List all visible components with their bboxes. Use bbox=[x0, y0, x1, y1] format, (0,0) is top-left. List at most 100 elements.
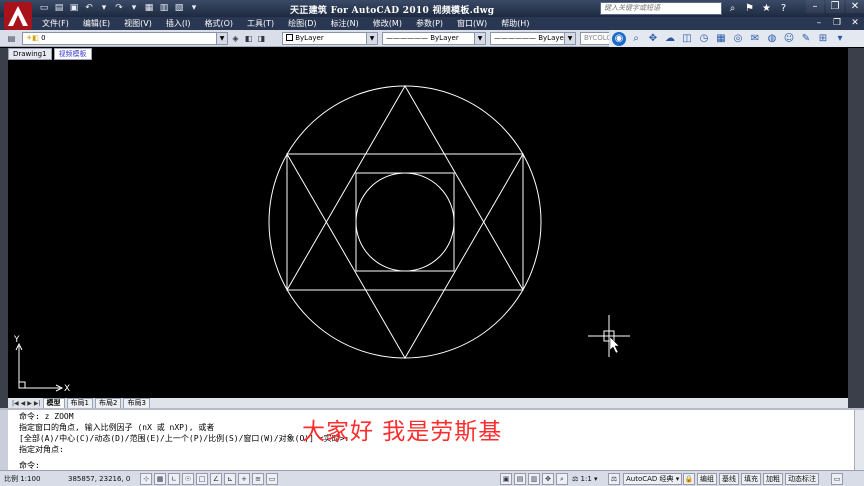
qp-toggle-icon[interactable]: ▭ bbox=[266, 473, 278, 485]
plot-icon[interactable]: ▦ bbox=[143, 2, 155, 14]
model-space-icon[interactable]: ▣ bbox=[500, 473, 512, 485]
clock-icon[interactable]: ◷ bbox=[697, 32, 711, 46]
lineweight-combo[interactable]: —————— ByLayer ▼ bbox=[490, 32, 576, 45]
tab-prev-icon[interactable]: ◀ bbox=[21, 400, 26, 407]
pan-icon[interactable]: ✥ bbox=[646, 32, 660, 46]
osnap-toggle-icon[interactable]: □ bbox=[196, 473, 208, 485]
layer-manager-icon[interactable]: ▤ bbox=[6, 33, 17, 44]
dropdown-arrow-icon[interactable]: ▾ bbox=[128, 2, 140, 14]
linetype-combo[interactable]: —————— ByLayer ▼ bbox=[382, 32, 486, 45]
command-scrollbar[interactable] bbox=[854, 410, 864, 470]
layer-state-icons: ☀◧ bbox=[26, 34, 39, 42]
favorites-icon[interactable]: ★ bbox=[760, 1, 773, 15]
close-icon[interactable]: ✕ bbox=[846, 0, 864, 13]
polar-toggle-icon[interactable]: ☉ bbox=[182, 473, 194, 485]
tab-first-icon[interactable]: |◀ bbox=[12, 400, 19, 407]
add-icon[interactable]: ⊞ bbox=[816, 32, 830, 46]
comment-icon[interactable]: ◍ bbox=[765, 32, 779, 46]
otrack-toggle-icon[interactable]: ∠ bbox=[210, 473, 222, 485]
color-combo[interactable]: ByLayer ▼ bbox=[282, 32, 378, 45]
menu-modify[interactable]: 修改(M) bbox=[373, 17, 402, 30]
help-search-input[interactable]: 键入关键字或短语 bbox=[600, 2, 722, 15]
tools-icon[interactable]: ✎ bbox=[799, 32, 813, 46]
group-button[interactable]: 编组 bbox=[697, 473, 717, 485]
quick-view-drawings-icon[interactable]: ▥ bbox=[528, 473, 540, 485]
tab-next-icon[interactable]: ▶ bbox=[27, 400, 32, 407]
dynamic-dimension-button[interactable]: 动态标注 bbox=[785, 473, 819, 485]
clean-screen-icon[interactable]: ▭ bbox=[831, 473, 843, 485]
lineweight-toggle-icon[interactable]: ≡ bbox=[252, 473, 264, 485]
command-history-line: 指定对角点: bbox=[19, 445, 64, 454]
open-file-icon[interactable]: ▤ bbox=[53, 2, 65, 14]
redo-icon[interactable]: ↷ bbox=[113, 2, 125, 14]
cloud-icon[interactable]: ☁ bbox=[663, 32, 677, 46]
undo-icon[interactable]: ↶ bbox=[83, 2, 95, 14]
menu-edit[interactable]: 编辑(E) bbox=[83, 17, 110, 30]
workspace-switch[interactable]: AutoCAD 经典 ▾ bbox=[623, 473, 683, 485]
user-icon[interactable]: ☺ bbox=[782, 32, 796, 46]
ducs-toggle-icon[interactable]: ⊾ bbox=[224, 473, 236, 485]
more-icon[interactable]: ▾ bbox=[833, 32, 847, 46]
doc-close-icon[interactable]: ✕ bbox=[848, 17, 862, 29]
scale-readout[interactable]: 比例 1:100 bbox=[4, 474, 40, 484]
menu-format[interactable]: 格式(O) bbox=[204, 17, 233, 30]
calendar-icon[interactable]: ▦ bbox=[714, 32, 728, 46]
new-file-icon[interactable]: ▭ bbox=[38, 2, 50, 14]
lock-icon[interactable]: 🔒 bbox=[683, 473, 695, 485]
doc-tab-template[interactable]: 视频模板 bbox=[53, 48, 92, 60]
baseline-button[interactable]: 基线 bbox=[719, 473, 739, 485]
command-window-handle[interactable] bbox=[0, 410, 8, 470]
plotstyle-combo[interactable]: BYCOLOR bbox=[580, 32, 610, 45]
layer-combo[interactable]: ☀◧ 0 ▼ bbox=[22, 32, 228, 45]
tab-layout1[interactable]: 布局1 bbox=[66, 397, 93, 409]
snap-toggle-icon[interactable]: ⊹ bbox=[140, 473, 152, 485]
menu-parameter[interactable]: 参数(P) bbox=[416, 17, 443, 30]
customize-quick-access-icon[interactable]: ▾ bbox=[188, 2, 200, 14]
print-preview-icon[interactable]: ▥ bbox=[158, 2, 170, 14]
menu-view[interactable]: 视图(V) bbox=[124, 17, 152, 30]
chat-icon[interactable]: ✉ bbox=[748, 32, 762, 46]
tangent-logo-icon[interactable]: ◉ bbox=[612, 31, 626, 46]
menu-file[interactable]: 文件(F) bbox=[42, 17, 69, 30]
layer-previous-icon[interactable]: ◧ bbox=[243, 33, 254, 44]
publish-icon[interactable]: ▧ bbox=[173, 2, 185, 14]
menu-draw[interactable]: 绘图(D) bbox=[288, 17, 316, 30]
tab-layout3[interactable]: 布局3 bbox=[123, 397, 150, 409]
dropdown-arrow-icon[interactable]: ▾ bbox=[98, 2, 110, 14]
autocad-logo-icon[interactable] bbox=[3, 1, 33, 31]
menu-help[interactable]: 帮助(H) bbox=[501, 17, 529, 30]
menu-insert[interactable]: 插入(I) bbox=[166, 17, 191, 30]
ortho-toggle-icon[interactable]: ∟ bbox=[168, 473, 180, 485]
zoom-icon[interactable]: ⌕ bbox=[629, 32, 643, 46]
grid-toggle-icon[interactable]: ▦ bbox=[154, 473, 166, 485]
layer-isolate-icon[interactable]: ◨ bbox=[256, 33, 267, 44]
quick-view-layouts-icon[interactable]: ▤ bbox=[514, 473, 526, 485]
pan-icon[interactable]: ✥ bbox=[542, 473, 554, 485]
save-icon[interactable]: ▣ bbox=[68, 2, 80, 14]
make-current-layer-icon[interactable]: ◈ bbox=[230, 33, 241, 44]
menu-tools[interactable]: 工具(T) bbox=[247, 17, 274, 30]
communication-center-icon[interactable]: ⚑ bbox=[743, 1, 756, 15]
menu-window[interactable]: 窗口(W) bbox=[457, 17, 487, 30]
menu-dimension[interactable]: 标注(N) bbox=[331, 17, 359, 30]
search-icon[interactable]: ⌕ bbox=[726, 1, 739, 15]
bold-button[interactable]: 加粗 bbox=[763, 473, 783, 485]
tab-layout2[interactable]: 布局2 bbox=[95, 397, 122, 409]
dyn-toggle-icon[interactable]: + bbox=[238, 473, 250, 485]
help-icon[interactable]: ? bbox=[777, 1, 790, 15]
layer-tool-icon[interactable]: ◫ bbox=[680, 32, 694, 46]
globe-icon[interactable]: ◎ bbox=[731, 32, 745, 46]
doc-restore-icon[interactable]: ❐ bbox=[830, 17, 844, 29]
drawing-canvas[interactable]: Y X bbox=[8, 60, 848, 398]
tab-model[interactable]: 模型 bbox=[42, 397, 65, 409]
zoom-icon[interactable]: ⌕ bbox=[556, 473, 568, 485]
minimize-icon[interactable]: – bbox=[806, 0, 824, 13]
fill-button[interactable]: 填充 bbox=[741, 473, 761, 485]
doc-tab-drawing1[interactable]: Drawing1 bbox=[8, 48, 52, 60]
doc-minimize-icon[interactable]: – bbox=[812, 17, 826, 29]
tab-last-icon[interactable]: ▶| bbox=[34, 400, 41, 407]
annotation-visibility-icon[interactable]: ⚖ bbox=[608, 473, 620, 485]
command-input[interactable]: 命令: bbox=[19, 461, 40, 470]
annotation-scale-label[interactable]: ⚖ 1:1 ▾ bbox=[572, 474, 598, 484]
restore-icon[interactable]: ❐ bbox=[826, 0, 844, 13]
